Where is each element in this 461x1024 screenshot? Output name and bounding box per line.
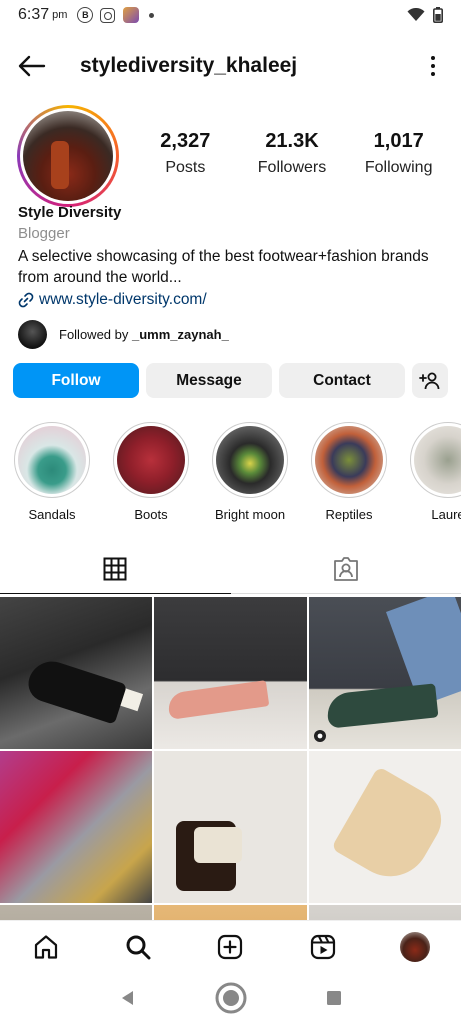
post-thumbnail[interactable] <box>0 905 152 920</box>
create-post-icon <box>218 934 243 959</box>
battery-icon <box>433 7 443 23</box>
status-time: 6:37 <box>18 6 50 23</box>
post-thumbnail[interactable] <box>0 751 152 903</box>
profile-category: Blogger <box>18 225 70 242</box>
highlight-laure[interactable]: Laure <box>400 422 461 522</box>
profile-username: stylediversity_khaleej <box>80 54 298 77</box>
wifi-icon <box>407 8 425 21</box>
add-user-icon <box>419 372 440 389</box>
suggested-users-button[interactable] <box>412 363 448 398</box>
posts-grid <box>0 597 461 920</box>
followed-by-user: _umm_zaynah_ <box>131 327 229 342</box>
followed-by-prefix: Followed by <box>59 327 132 342</box>
stat-value: 1,017 <box>373 130 424 152</box>
video-indicator-icon <box>314 730 326 742</box>
profile-avatar-icon <box>399 931 430 962</box>
search-icon <box>126 935 151 959</box>
system-home-icon[interactable] <box>214 981 248 1015</box>
bio-text: A selective showcasing of the best footw… <box>18 248 429 286</box>
follow-button[interactable]: Follow <box>13 363 139 398</box>
follower-avatar <box>18 320 47 349</box>
profile-photo <box>23 111 113 201</box>
stat-label: Following <box>364 159 433 176</box>
more-notifications-dot-icon <box>149 12 155 18</box>
followed-by[interactable]: Followed by _umm_zaynah_ <box>18 320 229 349</box>
following-count[interactable]: 1,017 Following <box>345 130 452 177</box>
stat-value: 21.3K <box>265 130 319 152</box>
link-icon <box>18 292 34 308</box>
website-link[interactable]: www.style-diversity.com/ <box>18 291 448 309</box>
back-button[interactable] <box>0 44 64 88</box>
tab-tagged[interactable] <box>231 545 461 593</box>
bottom-navigation <box>0 920 461 972</box>
tab-posts-grid[interactable] <box>0 545 231 594</box>
nav-home[interactable] <box>24 925 68 969</box>
highlight-label: Reptiles <box>325 507 373 522</box>
stat-label: Posts <box>165 159 206 176</box>
app-notification-icon <box>123 7 140 23</box>
nav-reels[interactable] <box>301 925 345 969</box>
profile-header: stylediversity_khaleej <box>0 44 461 88</box>
nav-create[interactable] <box>208 925 252 969</box>
profile-tabs <box>0 545 461 594</box>
post-thumbnail[interactable] <box>154 751 307 903</box>
stat-value: 2,327 <box>160 130 211 152</box>
post-thumbnail[interactable] <box>154 597 307 749</box>
profile-bio: Style Diversity Blogger A selective show… <box>18 204 448 309</box>
followers-count[interactable]: 21.3K Followers <box>239 130 346 177</box>
post-thumbnail[interactable] <box>154 905 307 920</box>
post-thumbnail[interactable] <box>309 905 461 920</box>
tagged-icon <box>333 557 358 581</box>
highlight-label: Boots <box>134 507 168 522</box>
highlight-boots[interactable]: Boots <box>103 422 199 522</box>
highlight-label: Laure <box>431 507 461 522</box>
system-navigation <box>0 972 461 1024</box>
profile-display-name: Style Diversity <box>18 204 122 221</box>
nav-profile[interactable] <box>393 925 437 969</box>
profile-stats: 2,327 Posts 21.3K Followers 1,017 Follow… <box>132 130 452 177</box>
nav-search[interactable] <box>116 925 160 969</box>
status-bar: 6:37 pm B <box>0 0 461 30</box>
posts-count[interactable]: 2,327 Posts <box>132 130 239 177</box>
highlight-label: Bright moon <box>214 507 286 522</box>
stat-label: Followers <box>257 159 327 176</box>
reels-icon <box>310 934 335 959</box>
profile-avatar[interactable] <box>17 105 119 207</box>
post-thumbnail[interactable] <box>309 751 461 903</box>
b-notification-icon: B <box>77 7 94 23</box>
contact-button[interactable]: Contact <box>279 363 405 398</box>
post-thumbnail[interactable] <box>309 597 461 749</box>
status-ampm: pm <box>52 9 68 21</box>
post-thumbnail[interactable] <box>0 597 152 749</box>
back-arrow-icon <box>18 55 46 77</box>
more-dots-icon <box>431 56 435 60</box>
home-icon <box>34 934 58 959</box>
instagram-notification-icon <box>100 7 116 23</box>
grid-icon <box>103 557 127 581</box>
highlight-bright-moon[interactable]: Bright moon <box>202 422 298 522</box>
website-url: www.style-diversity.com/ <box>39 291 207 308</box>
profile-actions: Follow Message Contact <box>13 363 448 398</box>
story-highlights: Sandals Boots Bright moon Reptiles Laure <box>0 422 461 526</box>
system-back-icon[interactable] <box>119 989 137 1007</box>
highlight-sandals[interactable]: Sandals <box>4 422 100 522</box>
highlight-label: Sandals <box>28 507 76 522</box>
more-options-button[interactable] <box>423 52 443 80</box>
highlight-reptiles[interactable]: Reptiles <box>301 422 397 522</box>
message-button[interactable]: Message <box>146 363 272 398</box>
system-recents-icon[interactable] <box>325 989 343 1007</box>
